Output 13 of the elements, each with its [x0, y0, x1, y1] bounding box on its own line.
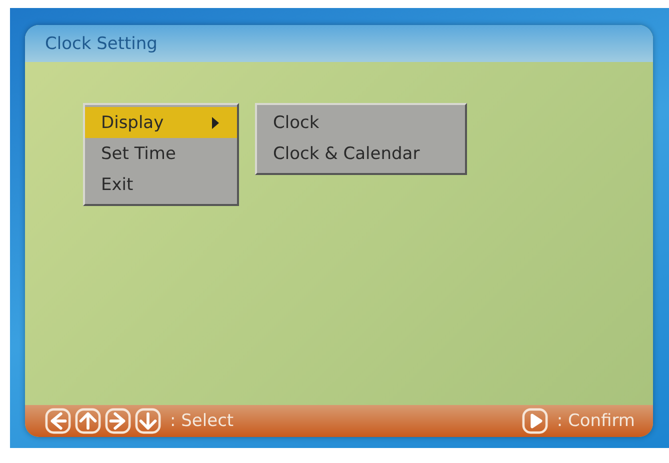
- confirm-hint: : Confirm: [556, 411, 635, 431]
- down-arrow-key-icon: [134, 408, 162, 434]
- select-hint: : Select: [170, 411, 234, 431]
- left-arrow-key-icon: [44, 408, 72, 434]
- submenu-item[interactable]: Clock & Calendar: [257, 138, 465, 169]
- up-arrow-key-icon: [74, 408, 102, 434]
- window-title: Clock Setting: [45, 34, 158, 54]
- submenu-item[interactable]: Clock: [257, 107, 465, 138]
- menu-item[interactable]: Display: [85, 107, 237, 138]
- play-key-icon: [520, 408, 549, 434]
- menu-item[interactable]: Exit: [85, 169, 237, 200]
- right-arrow-key-icon: [104, 408, 132, 434]
- menu-item[interactable]: Set Time: [85, 138, 237, 169]
